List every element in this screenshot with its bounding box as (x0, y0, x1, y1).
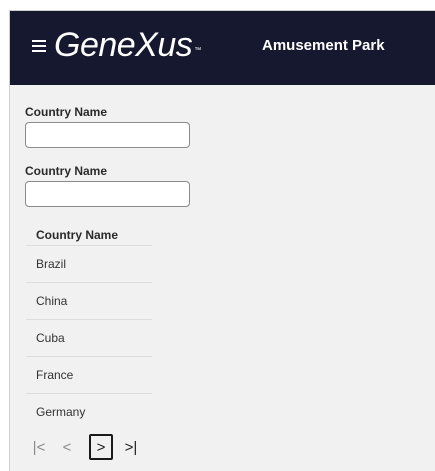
country-name-filter-label-2: Country Name (25, 164, 108, 178)
logo-trademark: ™ (194, 47, 201, 54)
first-page-icon: |< (32, 438, 46, 456)
country-name-filter-input-2[interactable] (25, 181, 190, 207)
country-name-filter-label-1: Country Name (25, 105, 108, 119)
pager-previous-button[interactable]: < (55, 434, 79, 460)
app-title: Amusement Park (262, 37, 385, 54)
grid-row[interactable]: Cuba (26, 320, 152, 357)
countries-grid: Country Name Brazil China Cuba France Ge… (26, 225, 152, 430)
country-name-filter-input-1[interactable] (25, 122, 190, 148)
genexus-logo: GeneXus ™ (54, 25, 201, 65)
hamburger-menu-icon[interactable] (32, 40, 46, 54)
next-page-icon: > (96, 438, 106, 456)
grid-row[interactable]: Brazil (26, 246, 152, 283)
last-page-icon: >| (124, 438, 138, 456)
pager-last-button[interactable]: >| (119, 434, 143, 460)
grid-row[interactable]: China (26, 283, 152, 320)
previous-page-icon: < (62, 438, 72, 456)
grid-row[interactable]: Germany (26, 394, 152, 430)
app-window: GeneXus ™ Amusement Park Country Name Cou… (9, 10, 435, 471)
pager-first-button[interactable]: |< (27, 434, 51, 460)
grid-column-header[interactable]: Country Name (26, 225, 152, 246)
grid-row[interactable]: France (26, 357, 152, 394)
pager-next-button[interactable]: > (89, 434, 113, 460)
logo-text: GeneXus (54, 26, 193, 64)
top-bar: GeneXus ™ Amusement Park (10, 11, 435, 85)
